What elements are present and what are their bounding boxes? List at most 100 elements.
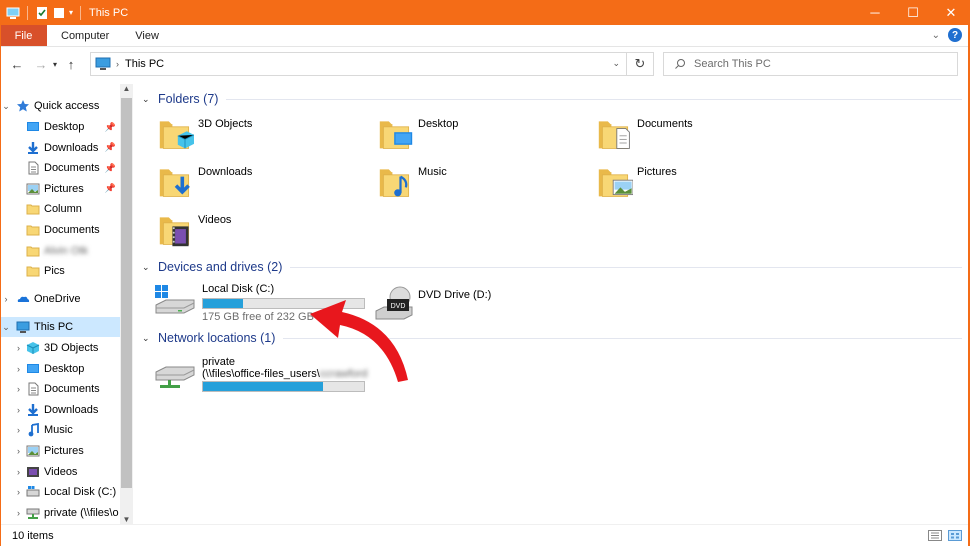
disk-usage-fill	[203, 299, 243, 308]
back-button[interactable]: ←	[8, 57, 26, 72]
chevron-right-icon[interactable]: ›	[0, 294, 12, 304]
nav-item-private-files-o[interactable]: › private (\\files\o	[0, 503, 120, 523]
forward-button[interactable]: →	[32, 57, 50, 72]
network-drive-icon	[155, 366, 195, 388]
help-icon[interactable]: ?	[948, 28, 962, 42]
quick-access-toolbar: ▾	[0, 5, 85, 20]
scroll-down-icon[interactable]: ▼	[120, 515, 133, 524]
nav-item-pics[interactable]: Pics	[0, 261, 120, 281]
folder-music[interactable]: Music	[378, 162, 588, 206]
chevron-right-icon[interactable]: ›	[0, 384, 22, 394]
nav-item-documents[interactable]: › Documents	[0, 379, 120, 399]
tab-view[interactable]: View	[122, 25, 172, 46]
nav-onedrive[interactable]: › OneDrive	[0, 289, 120, 309]
status-bar: 10 items	[0, 524, 970, 546]
folder-label: Downloads	[198, 166, 253, 178]
nav-item-alvin-otk[interactable]: Alvin Otk	[0, 241, 120, 261]
group-network[interactable]: ⌄ Network locations (1)	[142, 327, 962, 349]
documents-icon	[26, 161, 40, 175]
content-pane: ⌄ Folders (7) 3D Objects Desktop Documents…	[138, 84, 970, 524]
divider	[226, 98, 962, 100]
chevron-right-icon[interactable]: ›	[0, 508, 22, 518]
properties-icon[interactable]	[35, 6, 49, 20]
maximize-button[interactable]: ☐	[894, 0, 932, 25]
pin-icon[interactable]: 📌	[105, 122, 116, 133]
3d-objects-icon	[26, 341, 40, 355]
pin-icon[interactable]: 📌	[105, 163, 116, 174]
network-path-text: (\\files\office-files_users\	[202, 368, 320, 380]
videos-icon	[26, 465, 40, 479]
chevron-right-icon[interactable]: ›	[0, 446, 22, 456]
new-folder-icon[interactable]	[52, 6, 66, 20]
group-folders[interactable]: ⌄ Folders (7)	[142, 88, 962, 110]
tab-computer[interactable]: Computer	[47, 25, 122, 46]
group-devices[interactable]: ⌄ Devices and drives (2)	[142, 256, 962, 278]
nav-item-column[interactable]: Column	[0, 199, 120, 219]
scroll-up-icon[interactable]: ▲	[120, 84, 133, 93]
details-view-icon[interactable]	[928, 530, 942, 541]
nav-label: Local Disk (C:)	[44, 486, 117, 499]
nav-item-desktop[interactable]: › Desktop	[0, 359, 120, 379]
nav-item-3d-objects[interactable]: › 3D Objects	[0, 338, 120, 358]
up-button[interactable]: ↑	[62, 57, 80, 72]
folder-documents[interactable]: Documents	[597, 114, 807, 158]
pin-icon[interactable]: 📌	[105, 183, 116, 194]
folder-pictures[interactable]: Pictures	[597, 162, 807, 206]
local-disk-icon	[26, 485, 40, 499]
tab-file[interactable]: File	[0, 25, 47, 46]
group-title: Network locations (1)	[158, 331, 276, 345]
close-button[interactable]: ✕	[932, 0, 970, 25]
address-bar[interactable]: › This PC ⌄	[90, 52, 627, 76]
nav-label: This PC	[34, 321, 74, 333]
nav-label: Documents	[44, 162, 100, 175]
large-icons-view-icon[interactable]	[948, 530, 962, 541]
nav-label: Desktop	[44, 362, 85, 375]
chevron-right-icon[interactable]: ›	[0, 425, 22, 435]
chevron-down-icon[interactable]: ⌄	[142, 262, 156, 273]
chevron-down-icon[interactable]: ⌄	[0, 322, 12, 333]
chevron-right-icon[interactable]: ›	[0, 487, 22, 497]
chevron-right-icon[interactable]: ›	[0, 405, 22, 415]
folder-icon	[26, 244, 40, 258]
folder-downloads[interactable]: Downloads	[158, 162, 368, 206]
nav-quick-access[interactable]: ⌄ Quick access	[0, 96, 120, 116]
chevron-right-icon[interactable]: ›	[0, 364, 22, 374]
refresh-button[interactable]: ↻	[627, 52, 654, 76]
nav-scrollbar[interactable]: ▲ ▼	[120, 84, 133, 524]
chevron-right-icon[interactable]: ›	[0, 467, 22, 477]
nav-this-pc[interactable]: ⌄ This PC	[0, 317, 120, 337]
ribbon-right-controls: ⌄ ?	[932, 28, 962, 42]
nav-item-downloads[interactable]: Downloads 📌	[0, 138, 120, 158]
breadcrumb-separator-icon[interactable]: ›	[116, 59, 119, 69]
scroll-thumb[interactable]	[121, 98, 132, 488]
chevron-right-icon[interactable]: ›	[0, 343, 22, 353]
downloads-icon	[26, 403, 40, 417]
expand-ribbon-icon[interactable]: ⌄	[932, 30, 940, 41]
folder-3d-objects[interactable]: 3D Objects	[158, 114, 368, 158]
breadcrumb-this-pc[interactable]: This PC	[125, 58, 164, 70]
nav-label: Pictures	[44, 445, 84, 457]
minimize-button[interactable]: ─	[856, 0, 894, 25]
search-input[interactable]: Search This PC	[663, 52, 958, 76]
customize-toolbar-icon[interactable]: ▾	[69, 8, 73, 17]
nav-item-documents[interactable]: Documents	[0, 220, 120, 240]
folder-desktop[interactable]: Desktop	[378, 114, 588, 158]
folder-videos[interactable]: Videos	[158, 210, 368, 254]
nav-item-pictures[interactable]: Pictures 📌	[0, 179, 120, 199]
chevron-down-icon[interactable]: ⌄	[142, 333, 156, 344]
pin-icon[interactable]: 📌	[105, 142, 116, 153]
nav-item-videos[interactable]: › Videos	[0, 462, 120, 482]
this-pc-icon	[6, 7, 20, 19]
local-disk-icon	[155, 285, 195, 314]
nav-item-desktop[interactable]: Desktop 📌	[0, 117, 120, 137]
address-dropdown-icon[interactable]: ⌄	[612, 58, 620, 69]
nav-item-local-disk-c[interactable]: › Local Disk (C:)	[0, 482, 120, 502]
recent-locations-icon[interactable]: ▾	[50, 60, 60, 69]
nav-item-downloads[interactable]: › Downloads	[0, 400, 120, 420]
chevron-down-icon[interactable]: ⌄	[0, 101, 12, 112]
chevron-down-icon[interactable]: ⌄	[142, 94, 156, 105]
folder-label: 3D Objects	[198, 118, 253, 130]
nav-item-music[interactable]: › Music	[0, 420, 120, 440]
nav-item-pictures[interactable]: › Pictures	[0, 441, 120, 461]
nav-item-documents[interactable]: Documents 📌	[0, 158, 120, 178]
